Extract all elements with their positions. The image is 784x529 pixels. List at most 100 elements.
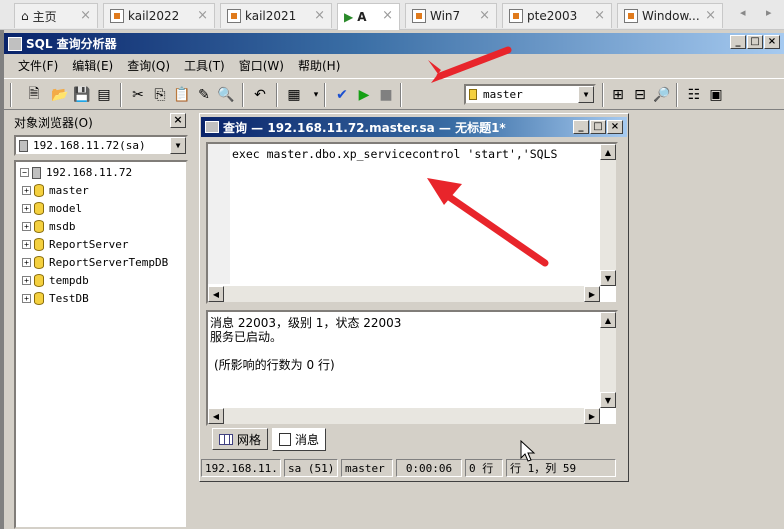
menu-edit[interactable]: 编辑(E) [72, 57, 113, 74]
tab-strip: ⌂ 主页 × kail2022 × kail2021 × ▶ A × Win7 … [0, 0, 784, 30]
vm-icon [509, 9, 523, 23]
tab-grid[interactable]: 网格 [212, 428, 269, 450]
cancel-execute-icon[interactable]: ■ [376, 85, 396, 105]
close-icon[interactable]: × [314, 8, 325, 23]
query-code[interactable]: exec master.dbo.xp_servicecontrol 'start… [232, 147, 594, 161]
results-mode-icon[interactable]: ▦ [284, 85, 304, 105]
query-editor[interactable]: exec master.dbo.xp_servicecontrol 'start… [206, 142, 618, 304]
scroll-up-icon[interactable]: ▲ [600, 312, 616, 328]
query-minimize-button[interactable]: _ [573, 120, 589, 134]
results-pane[interactable]: 消息 22003，级别 1，状态 22003 服务已启动。 (所影响的行数为 0… [206, 310, 618, 426]
paste-icon[interactable]: 📋 [172, 85, 192, 105]
tree-db-reportservertempdb[interactable]: + ReportServerTempDB [22, 256, 168, 269]
execute-icon[interactable]: ▶ [354, 85, 374, 105]
mouse-cursor-icon [520, 440, 536, 462]
menu-query[interactable]: 查询(Q) [127, 57, 170, 74]
tree-db-master[interactable]: + master [22, 184, 89, 197]
app-title: SQL 查询分析器 [26, 37, 117, 51]
expand-icon[interactable]: + [22, 294, 31, 303]
close-icon[interactable]: × [80, 8, 91, 23]
query-maximize-button[interactable]: □ [590, 120, 606, 134]
object-search-icon[interactable]: 🔎 [652, 85, 672, 105]
server-select-value: 192.168.11.72(sa) [33, 139, 146, 152]
tab-kail2022[interactable]: kail2022 × [103, 3, 215, 28]
scroll-left-icon[interactable]: ◀ [208, 408, 224, 424]
menu-window[interactable]: 窗口(W) [239, 57, 284, 74]
scroll-right-icon[interactable]: ▶ [584, 286, 600, 302]
query-close-button[interactable]: × [607, 120, 623, 134]
insert-template-icon[interactable]: ▤ [94, 85, 114, 105]
tab-home[interactable]: ⌂ 主页 × [14, 3, 98, 28]
dropdown-icon[interactable]: ▾ [306, 85, 326, 105]
results-pane-icon[interactable]: ▣ [706, 85, 726, 105]
scroll-left-icon[interactable]: ◀ [208, 286, 224, 302]
find-icon[interactable]: 🔍 [216, 85, 236, 105]
tab-kail2021[interactable]: kail2021 × [220, 3, 332, 28]
chevron-down-icon[interactable]: ▼ [170, 137, 186, 154]
scroll-up-icon[interactable]: ▲ [600, 144, 616, 160]
database-select[interactable]: master ▼ [464, 84, 596, 105]
expand-icon[interactable]: + [22, 240, 31, 249]
tab-pte2003[interactable]: pte2003 × [502, 3, 612, 28]
cut-icon[interactable]: ✂ [128, 85, 148, 105]
expand-icon[interactable]: + [22, 258, 31, 267]
collapse-icon[interactable]: − [20, 168, 29, 177]
undo-icon[interactable]: ↶ [250, 85, 270, 105]
save-icon[interactable]: 💾 [72, 85, 92, 105]
close-icon[interactable]: × [594, 8, 605, 23]
execution-plan-icon[interactable]: ⊞ [608, 85, 628, 105]
close-icon[interactable]: × [479, 8, 490, 23]
chevron-right-icon[interactable]: ▸ [766, 6, 772, 19]
editor-vertical-scrollbar[interactable]: ▲ ▼ [600, 144, 616, 286]
tree-db-reportserver[interactable]: + ReportServer [22, 238, 128, 251]
copy-icon[interactable]: ⎘ [150, 85, 170, 105]
tree-node-label: tempdb [49, 274, 89, 287]
scroll-right-icon[interactable]: ▶ [584, 408, 600, 424]
toolbar-separator [276, 83, 278, 107]
tab-a[interactable]: ▶ A × [337, 3, 400, 30]
database-icon [469, 89, 477, 100]
close-icon[interactable]: × [382, 8, 393, 23]
results-vertical-scrollbar[interactable]: ▲ ▼ [600, 312, 616, 408]
results-horizontal-scrollbar[interactable]: ◀ ▶ [208, 408, 600, 424]
tree-server-node[interactable]: − 192.168.11.72 [20, 166, 132, 179]
scroll-down-icon[interactable]: ▼ [600, 392, 616, 408]
menu-file[interactable]: 文件(F) [18, 57, 58, 74]
expand-icon[interactable]: + [22, 204, 31, 213]
expand-icon[interactable]: + [22, 222, 31, 231]
tab-windows[interactable]: Window... × [617, 3, 723, 28]
tree-db-tempdb[interactable]: + tempdb [22, 274, 89, 287]
object-browser-icon[interactable]: ⊟ [630, 85, 650, 105]
status-rows: 0 行 [465, 459, 503, 477]
tree-db-testdb[interactable]: + TestDB [22, 292, 89, 305]
scroll-down-icon[interactable]: ▼ [600, 270, 616, 286]
menu-bar: 文件(F) 编辑(E) 查询(Q) 工具(T) 窗口(W) 帮助(H) [4, 55, 784, 75]
expand-icon[interactable]: + [22, 186, 31, 195]
chevron-left-icon[interactable]: ◂ [740, 6, 746, 19]
open-icon[interactable]: 📂 [50, 85, 70, 105]
tree-db-model[interactable]: + model [22, 202, 82, 215]
properties-icon[interactable]: ☷ [684, 85, 704, 105]
expand-icon[interactable]: + [22, 276, 31, 285]
chevron-down-icon[interactable]: ▼ [578, 86, 594, 103]
clear-icon[interactable]: ✎ [194, 85, 214, 105]
object-browser-close-button[interactable]: × [170, 113, 186, 128]
database-icon [34, 274, 44, 287]
maximize-button[interactable]: □ [747, 35, 763, 49]
editor-horizontal-scrollbar[interactable]: ◀ ▶ [208, 286, 600, 302]
close-icon[interactable]: × [197, 8, 208, 23]
server-select[interactable]: 192.168.11.72(sa) ▼ [14, 135, 188, 156]
close-button[interactable]: × [764, 35, 780, 49]
tab-win7[interactable]: Win7 × [405, 3, 497, 28]
parse-check-icon[interactable]: ✔ [332, 85, 352, 105]
menu-help[interactable]: 帮助(H) [298, 57, 340, 74]
object-browser-title: 对象浏览器(O) [14, 115, 93, 130]
new-query-icon[interactable]: 🗎 [24, 85, 44, 105]
close-icon[interactable]: × [705, 8, 716, 23]
minimize-button[interactable]: _ [730, 35, 746, 49]
tab-messages[interactable]: 消息 [272, 428, 327, 451]
object-tree[interactable]: − 192.168.11.72 + master + model + msdb … [14, 160, 188, 529]
menu-tools[interactable]: 工具(T) [184, 57, 225, 74]
toolbar-separator [242, 83, 244, 107]
tree-db-msdb[interactable]: + msdb [22, 220, 76, 233]
